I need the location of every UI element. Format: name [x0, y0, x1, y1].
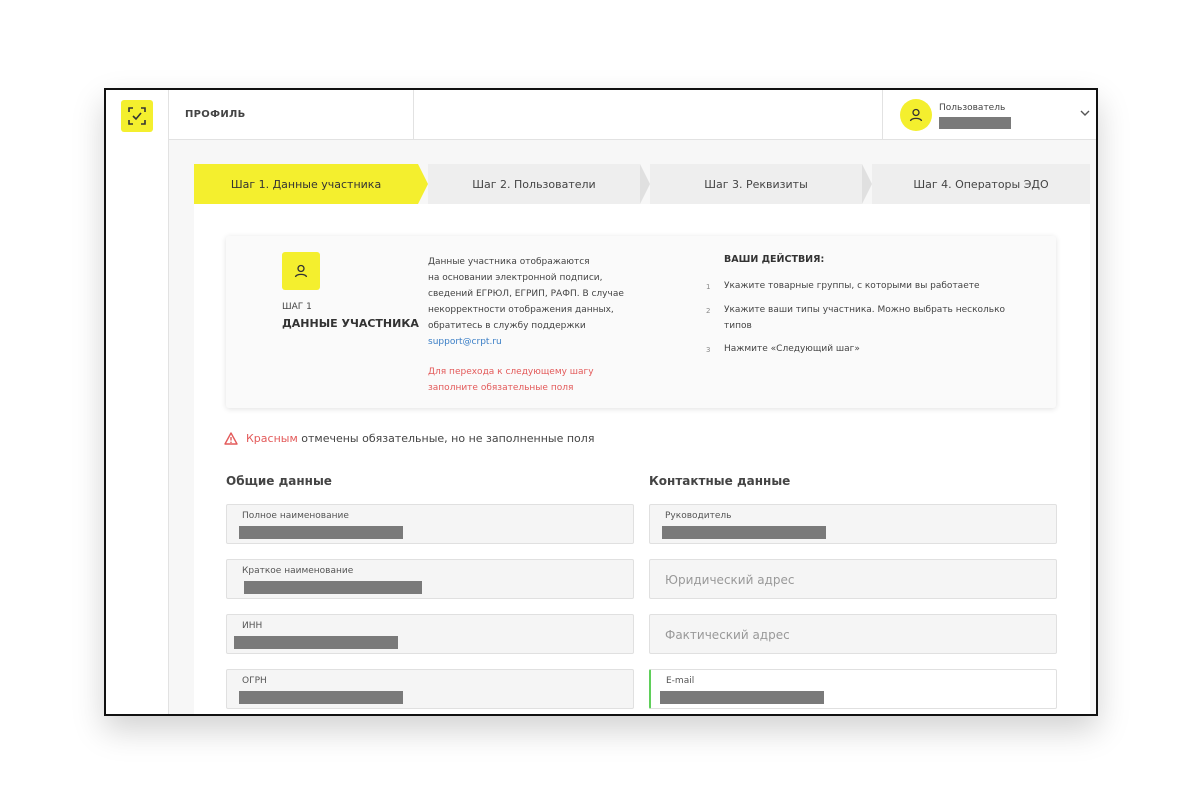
step-tabs: Шаг 1. Данные участника Шаг 2. Пользоват…: [194, 164, 1090, 204]
warning-line: Для перехода к следующему шагу: [428, 367, 594, 377]
redacted-value: [239, 526, 403, 539]
redacted-value: [660, 691, 824, 704]
description-line: на основании электронной подписи,: [428, 273, 603, 283]
header-divider: [413, 90, 414, 140]
tab-label: Шаг 3. Реквизиты: [704, 177, 808, 191]
warning-icon: [224, 432, 238, 445]
info-description: Данные участника отображаются на основан…: [428, 254, 628, 350]
warning-line: заполните обязательные поля: [428, 383, 574, 393]
field-label: ИНН: [242, 621, 263, 631]
actual-address-field[interactable]: Фактический адрес: [649, 614, 1057, 654]
full-name-field[interactable]: Полное наименование: [226, 504, 634, 544]
field-label: Полное наименование: [242, 511, 349, 521]
required-text: отмечены обязательные, но не заполненные…: [297, 432, 595, 445]
avatar[interactable]: [900, 99, 932, 131]
app-window: ПРОФИЛЬ Пользователь Шаг 1. Данные участ…: [104, 88, 1098, 716]
action-item: 2 Укажите ваши типы участника. Можно выб…: [706, 302, 1006, 334]
redacted-value: [239, 691, 403, 704]
step-separator: [862, 164, 872, 204]
field-placeholder: Фактический адрес: [665, 628, 790, 642]
legal-address-field[interactable]: Юридический адрес: [649, 559, 1057, 599]
chevron-down-icon[interactable]: [1080, 109, 1090, 117]
required-fields-note: Красным отмечены обязательные, но не зап…: [224, 432, 594, 445]
scan-icon: [128, 107, 146, 125]
director-field[interactable]: Руководитель: [649, 504, 1057, 544]
inn-field[interactable]: ИНН: [226, 614, 634, 654]
field-label: Краткое наименование: [242, 566, 354, 576]
page-title: ПРОФИЛЬ: [185, 109, 246, 120]
field-label: E-mail: [666, 676, 695, 686]
field-label: Руководитель: [665, 511, 732, 521]
action-text: Нажмите «Следующий шаг»: [724, 344, 860, 354]
tab-label: Шаг 4. Операторы ЭДО: [913, 177, 1049, 191]
field-label: ОГРН: [242, 676, 267, 686]
header-divider: [882, 90, 883, 140]
step-icon: [282, 252, 320, 290]
tab-step-4[interactable]: Шаг 4. Операторы ЭДО: [872, 164, 1090, 204]
action-number: 3: [706, 346, 711, 354]
user-name-redacted: [939, 117, 1011, 129]
actions-title: ВАШИ ДЕЙСТВИЯ:: [724, 254, 825, 265]
step-number: ШАГ 1: [282, 302, 312, 312]
tab-label: Шаг 2. Пользователи: [472, 177, 596, 191]
support-email-link[interactable]: support@crpt.ru: [428, 334, 628, 350]
user-icon: [294, 264, 308, 278]
action-number: 2: [706, 307, 711, 315]
tab-step-1[interactable]: Шаг 1. Данные участника: [194, 164, 418, 204]
description-line: обратитесь в службу поддержки: [428, 321, 586, 331]
step-separator: [640, 164, 650, 204]
redacted-value: [662, 526, 826, 539]
action-item: 1 Укажите товарные группы, с которыми вы…: [706, 278, 1006, 294]
action-text: Укажите товарные группы, с которыми вы р…: [724, 281, 980, 291]
step-name: ДАННЫЕ УЧАСТНИКА: [282, 317, 419, 330]
tab-step-2[interactable]: Шаг 2. Пользователи: [428, 164, 640, 204]
required-highlight: Красным: [246, 432, 298, 445]
info-card: ШАГ 1 ДАННЫЕ УЧАСТНИКА Данные участника …: [226, 236, 1056, 408]
redacted-value: [234, 636, 398, 649]
description-line: Данные участника отображаются: [428, 257, 590, 267]
user-label: Пользователь: [939, 103, 1006, 113]
action-number: 1: [706, 283, 711, 291]
tab-label: Шаг 1. Данные участника: [230, 177, 382, 191]
top-header: ПРОФИЛЬ Пользователь: [169, 90, 1096, 140]
general-section-title: Общие данные: [226, 474, 332, 488]
ogrn-field[interactable]: ОГРН: [226, 669, 634, 709]
tab-step-3[interactable]: Шаг 3. Реквизиты: [650, 164, 862, 204]
step-separator: [418, 164, 428, 204]
action-text: Укажите ваши типы участника. Можно выбра…: [724, 305, 1006, 331]
next-step-warning: Для перехода к следующему шагу заполните…: [428, 364, 628, 396]
logo[interactable]: [121, 100, 153, 132]
description-line: сведений ЕГРЮЛ, ЕГРИП, РАФП. В случае: [428, 289, 624, 299]
contact-section-title: Контактные данные: [649, 474, 791, 488]
sidebar: [106, 90, 169, 714]
email-field[interactable]: E-mail: [649, 669, 1057, 709]
form-panel: ШАГ 1 ДАННЫЕ УЧАСТНИКА Данные участника …: [194, 204, 1090, 714]
description-line: некорректности отображения данных,: [428, 305, 614, 315]
short-name-field[interactable]: Краткое наименование: [226, 559, 634, 599]
field-placeholder: Юридический адрес: [665, 573, 795, 587]
action-item: 3 Нажмите «Следующий шаг»: [706, 341, 1006, 357]
user-icon: [909, 108, 923, 122]
redacted-value: [244, 581, 422, 594]
